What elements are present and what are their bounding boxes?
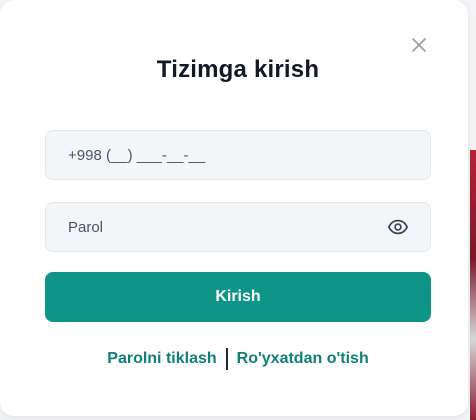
close-icon	[412, 38, 426, 52]
modal-title: Tizimga kirish	[156, 56, 320, 83]
login-submit-button[interactable]: Kirish	[45, 272, 431, 322]
close-button[interactable]	[408, 34, 430, 56]
link-divider	[225, 348, 228, 370]
phone-field[interactable]	[45, 130, 431, 180]
register-link[interactable]: Ro'yxatdan o'tish	[237, 350, 369, 368]
background-image-strip	[470, 150, 476, 420]
auth-links: Parolni tiklash Ro'yxatdan o'tish	[0, 348, 476, 370]
password-input[interactable]	[66, 217, 386, 237]
eye-icon	[388, 219, 408, 235]
toggle-password-visibility[interactable]	[386, 215, 410, 239]
password-field[interactable]	[45, 202, 431, 252]
login-modal: Tizimga kirish Kirish Parolni tiklash Ro…	[0, 0, 468, 416]
forgot-password-link[interactable]: Parolni tiklash	[107, 350, 216, 368]
phone-input[interactable]	[66, 145, 410, 165]
